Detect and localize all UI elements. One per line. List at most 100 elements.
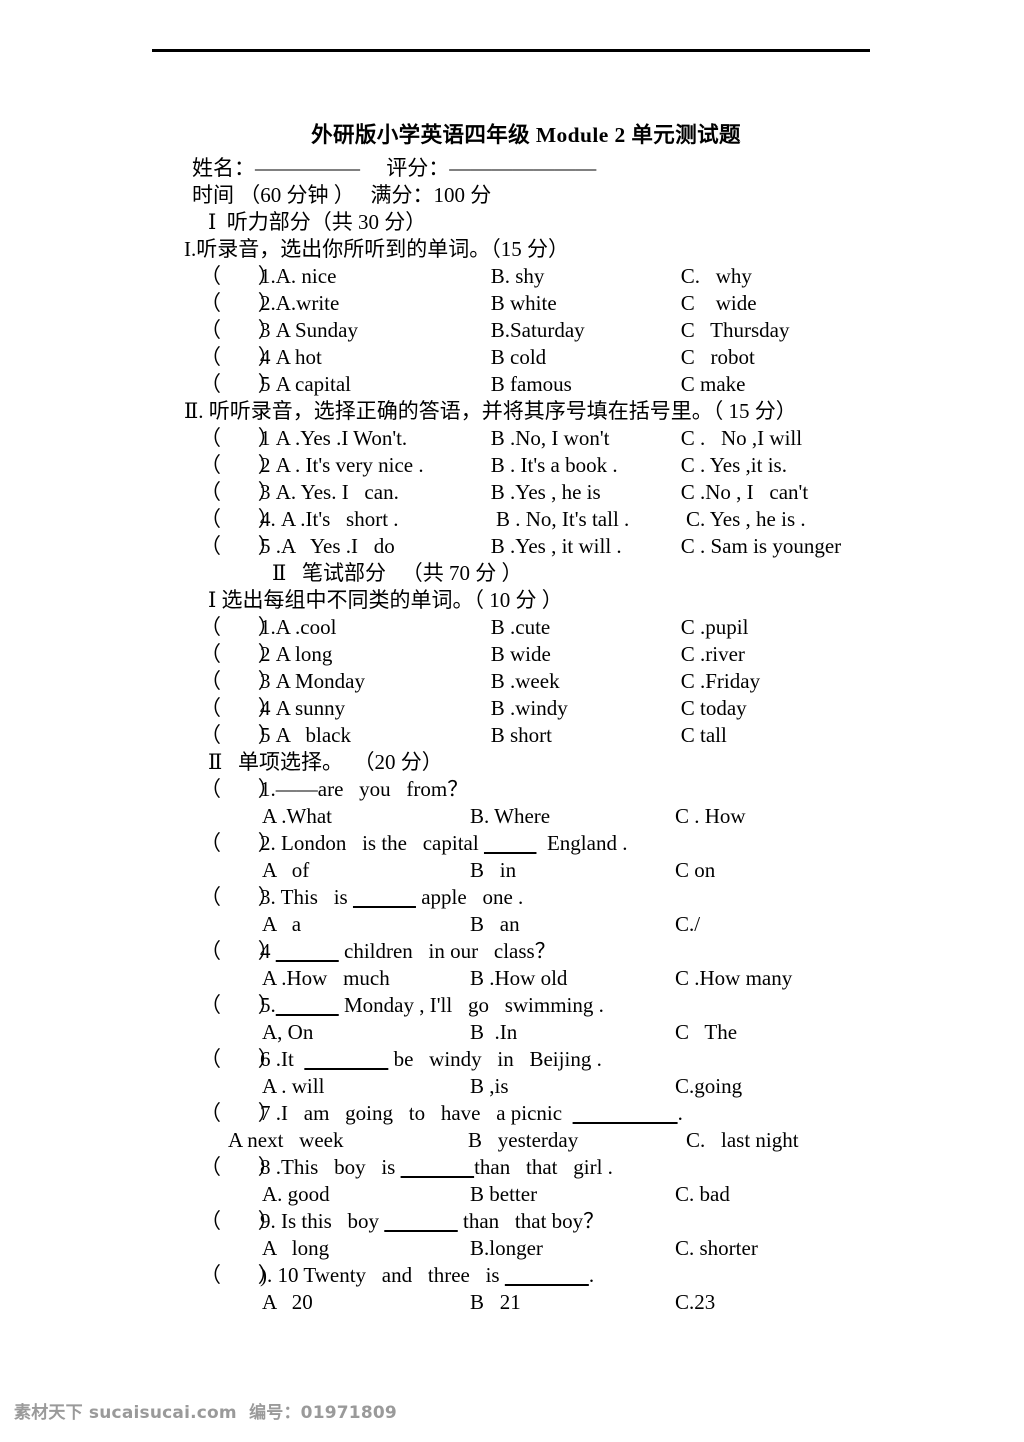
option-b[interactable]: B ,is	[470, 1073, 675, 1100]
answer-bracket[interactable]: （ ）	[200, 1262, 279, 1289]
option-b[interactable]: B .windy	[491, 695, 681, 722]
option-b[interactable]: B .Yes , he is	[491, 479, 681, 506]
option-a[interactable]: A long	[276, 641, 491, 668]
answer-bracket[interactable]: （ ）	[200, 992, 279, 1019]
fill-in-blank[interactable]	[384, 1208, 458, 1235]
answer-bracket[interactable]: （ ）	[200, 452, 279, 479]
option-b[interactable]: B wide	[491, 641, 681, 668]
fill-in-blank[interactable]	[401, 1154, 475, 1181]
answer-bracket[interactable]: （ ）	[200, 479, 279, 506]
option-b[interactable]: B cold	[491, 344, 681, 371]
answer-bracket[interactable]: （ ）	[200, 344, 279, 371]
answer-bracket[interactable]: （ ）	[200, 884, 279, 911]
fill-in-blank[interactable]	[484, 830, 537, 857]
option-a[interactable]: A .Yes .I Won't.	[276, 425, 491, 452]
option-a[interactable]: A long	[262, 1235, 470, 1262]
option-c[interactable]: C Thursday	[681, 317, 790, 344]
option-a[interactable]: A black	[276, 722, 491, 749]
fill-in-blank[interactable]	[505, 1262, 589, 1289]
option-a[interactable]: A capital	[276, 371, 491, 398]
option-c[interactable]: C .How many	[675, 965, 792, 992]
option-b[interactable]: B . It's a book .	[491, 452, 681, 479]
answer-bracket[interactable]: （ ）	[200, 317, 279, 344]
answer-bracket[interactable]: （ ）	[200, 1208, 279, 1235]
option-c[interactable]: C today	[681, 695, 747, 722]
option-a[interactable]: A next week	[228, 1127, 468, 1154]
option-b[interactable]: B.Saturday	[491, 317, 681, 344]
option-a[interactable]: A Monday	[276, 668, 491, 695]
option-a[interactable]: A.write	[276, 290, 491, 317]
option-b[interactable]: B .week	[491, 668, 681, 695]
answer-bracket[interactable]: （ ）	[200, 641, 279, 668]
option-c[interactable]: C. bad	[675, 1181, 730, 1208]
answer-bracket[interactable]: （ ）	[200, 290, 279, 317]
option-c[interactable]: C on	[675, 857, 715, 884]
option-b[interactable]: B white	[491, 290, 681, 317]
option-b[interactable]: B famous	[491, 371, 681, 398]
option-a[interactable]: A .cool	[276, 614, 491, 641]
option-c[interactable]: C tall	[681, 722, 727, 749]
option-b[interactable]: B. Where	[470, 803, 675, 830]
option-a[interactable]: A, On	[262, 1019, 470, 1046]
option-a[interactable]: A . It's very nice .	[276, 452, 491, 479]
answer-bracket[interactable]: （ ）	[200, 1046, 279, 1073]
option-c[interactable]: C. Yes , he is .	[686, 506, 806, 533]
option-c[interactable]: C.going	[675, 1073, 742, 1100]
option-c[interactable]: C wide	[681, 290, 757, 317]
answer-bracket[interactable]: （ ）	[200, 695, 279, 722]
option-b[interactable]: B yesterday	[468, 1127, 686, 1154]
option-a[interactable]: A. good	[262, 1181, 470, 1208]
option-a[interactable]: .A Yes .I do	[276, 533, 491, 560]
answer-bracket[interactable]: （ ）	[200, 425, 279, 452]
option-b[interactable]: B. shy	[491, 263, 681, 290]
fill-in-blank[interactable]	[304, 1046, 388, 1073]
option-b[interactable]: B.longer	[470, 1235, 675, 1262]
option-a[interactable]: A .How much	[262, 965, 470, 992]
answer-bracket[interactable]: （ ）	[200, 614, 279, 641]
answer-bracket[interactable]: （ ）	[200, 938, 279, 965]
option-c[interactable]: C .pupil	[681, 614, 749, 641]
fill-in-blank[interactable]	[276, 938, 339, 965]
option-a[interactable]: A. nice	[276, 263, 491, 290]
answer-bracket[interactable]: （ ）	[200, 263, 279, 290]
option-c[interactable]: C .Friday	[681, 668, 760, 695]
option-b[interactable]: B short	[491, 722, 681, 749]
option-a[interactable]: A Sunday	[276, 317, 491, 344]
answer-bracket[interactable]: （ ）	[200, 371, 279, 398]
answer-bracket[interactable]: （ ）	[200, 1100, 279, 1127]
answer-bracket[interactable]: （ ）	[200, 722, 279, 749]
option-a[interactable]: A of	[262, 857, 470, 884]
answer-bracket[interactable]: （ ）	[200, 1154, 279, 1181]
option-c[interactable]: C The	[675, 1019, 737, 1046]
option-c[interactable]: C . Yes ,it is.	[681, 452, 787, 479]
option-b[interactable]: B in	[470, 857, 675, 884]
option-b[interactable]: B better	[470, 1181, 675, 1208]
option-c[interactable]: C .river	[681, 641, 745, 668]
option-b[interactable]: B .How old	[470, 965, 675, 992]
option-c[interactable]: C make	[681, 371, 746, 398]
option-c[interactable]: C. why	[681, 263, 752, 290]
answer-bracket[interactable]: （ ）	[200, 506, 279, 533]
answer-bracket[interactable]: （ ）	[200, 533, 279, 560]
option-a[interactable]: A. Yes. I can.	[276, 479, 491, 506]
option-c[interactable]: C robot	[681, 344, 755, 371]
option-a[interactable]: A hot	[276, 344, 491, 371]
fill-in-blank[interactable]	[573, 1100, 678, 1127]
option-c[interactable]: C .No , I can't	[681, 479, 808, 506]
option-b[interactable]: B .No, I won't	[491, 425, 681, 452]
option-a[interactable]: A a	[262, 911, 470, 938]
option-c[interactable]: C. last night	[686, 1127, 799, 1154]
option-b[interactable]: B .Yes , it will .	[491, 533, 681, 560]
option-c[interactable]: C./	[675, 911, 700, 938]
option-a[interactable]: A .It's short .	[281, 506, 496, 533]
option-a[interactable]: A .What	[262, 803, 470, 830]
answer-bracket[interactable]: （ ）	[200, 668, 279, 695]
answer-bracket[interactable]: （ ）	[200, 830, 279, 857]
option-b[interactable]: B .cute	[491, 614, 681, 641]
option-a[interactable]: A 20	[262, 1289, 470, 1316]
option-c[interactable]: C . How	[675, 803, 746, 830]
option-b[interactable]: B an	[470, 911, 675, 938]
option-c[interactable]: C. shorter	[675, 1235, 758, 1262]
option-b[interactable]: B .In	[470, 1019, 675, 1046]
option-c[interactable]: C.23	[675, 1289, 715, 1316]
